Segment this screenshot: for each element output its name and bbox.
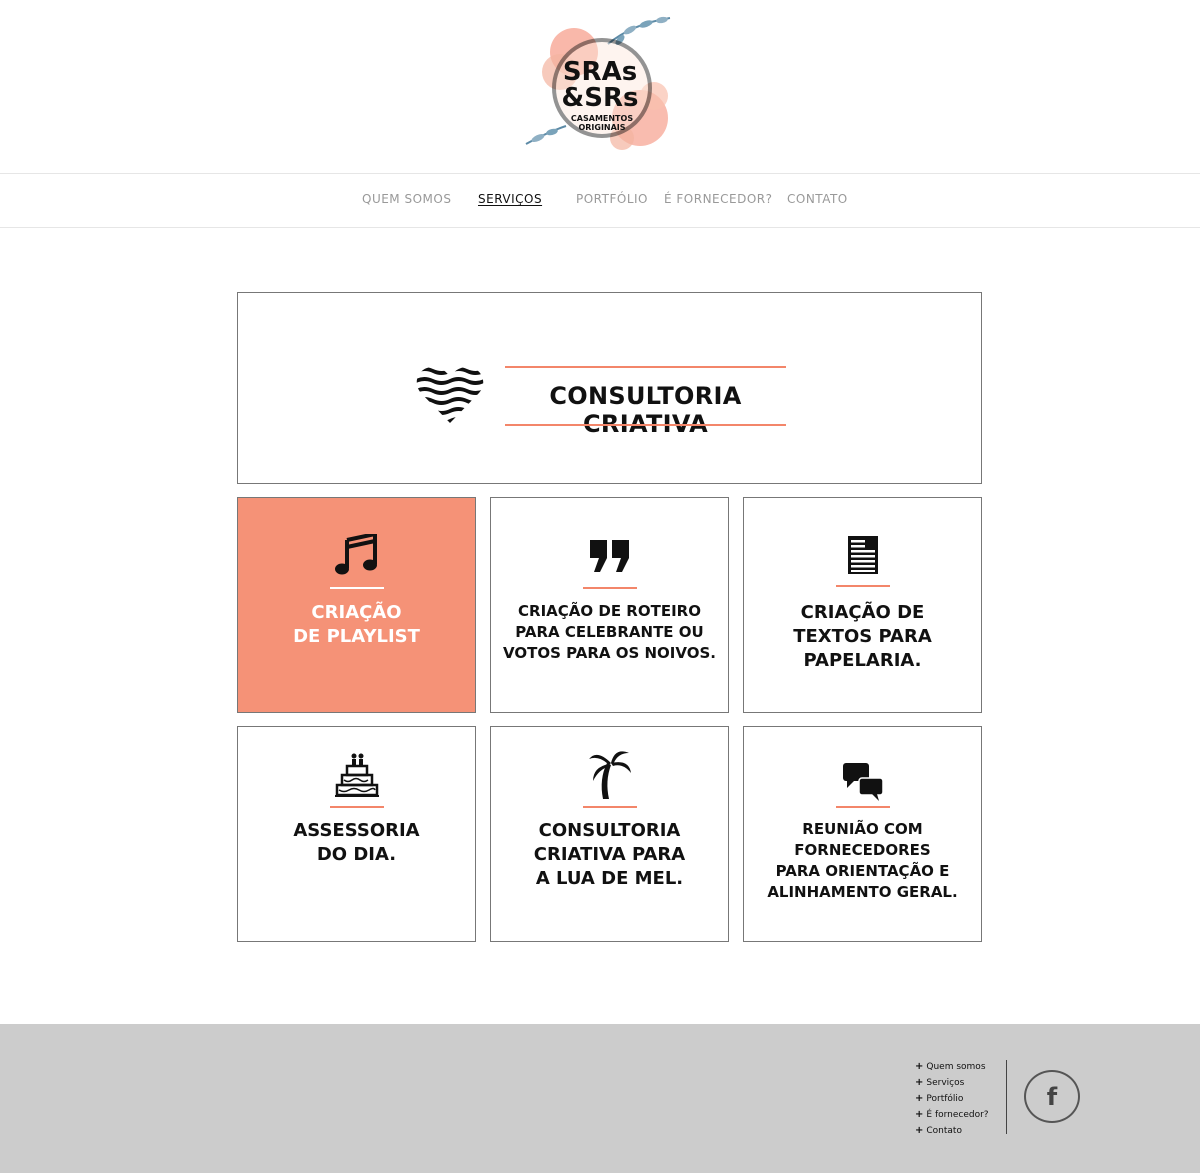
footer-link-portfolio[interactable]: + Portfólio — [915, 1091, 1005, 1107]
card-rule — [329, 587, 384, 589]
hero-rule-bottom — [505, 424, 786, 426]
service-card-playlist[interactable]: CRIAÇÃO DE PLAYLIST — [237, 497, 476, 713]
card-rule — [835, 806, 890, 808]
card-text: REUNIÃO COM FORNECEDORES PARA ORIENTAÇÃO… — [767, 820, 958, 901]
striped-heart-icon — [416, 365, 484, 425]
footer-link-label: É fornecedor? — [926, 1110, 989, 1120]
nav-fornecedor[interactable]: É FORNECEDOR? — [664, 192, 773, 206]
service-card-roteiro[interactable]: CRIAÇÃO DE ROTEIRO PARA CELEBRANTE OU VO… — [490, 497, 729, 713]
quote-icon — [589, 540, 630, 572]
footer-link-label: Portfólio — [926, 1094, 964, 1104]
site-header: SRAs &SRs CASAMENTOS ORIGINAIS — [0, 0, 1200, 173]
footer-links: + Quem somos + Serviços + Portfólio + É forn… — [915, 1059, 1005, 1139]
wedding-cake-icon — [334, 753, 379, 797]
svg-text:&SRs: &SRs — [562, 83, 639, 113]
palm-tree-icon — [588, 749, 631, 799]
footer-link-servicos[interactable]: + Serviços — [915, 1075, 1005, 1091]
plus-icon: + — [915, 1061, 924, 1072]
footer-link-quem-somos[interactable]: + Quem somos — [915, 1059, 1005, 1075]
plus-icon: + — [915, 1109, 924, 1120]
footer-divider — [1006, 1060, 1007, 1134]
service-card-reuniao[interactable]: REUNIÃO COM FORNECEDORES PARA ORIENTAÇÃO… — [743, 726, 982, 942]
card-rule — [835, 585, 890, 587]
card-rule — [582, 806, 637, 808]
main-nav: QUEM SOMOS SERVIÇOS PORTFÓLIO É FORNECED… — [0, 173, 1200, 228]
facebook-icon: f — [1046, 1082, 1058, 1111]
card-text: CRIAÇÃO DE ROTEIRO PARA CELEBRANTE OU VO… — [503, 602, 716, 662]
chat-bubbles-icon — [842, 763, 883, 801]
footer-link-label: Quem somos — [926, 1062, 986, 1072]
card-text: CRIAÇÃO DE TEXTOS PARA PAPELARIA. — [793, 602, 932, 671]
card-text: ASSESSORIA DO DIA. — [293, 820, 420, 865]
document-icon — [847, 536, 878, 574]
logo-graphic: SRAs &SRs CASAMENTOS ORIGINAIS — [525, 16, 671, 150]
svg-text:CASAMENTOS: CASAMENTOS — [571, 114, 633, 123]
footer-link-fornecedor[interactable]: + É fornecedor? — [915, 1107, 1005, 1123]
nav-quem-somos[interactable]: QUEM SOMOS — [362, 192, 451, 206]
nav-portfolio[interactable]: PORTFÓLIO — [576, 192, 648, 206]
nav-contato[interactable]: CONTATO — [787, 192, 848, 206]
hero-title: CONSULTORIA CRIATIVA — [549, 382, 742, 438]
footer-link-label: Serviços — [926, 1078, 965, 1088]
logo[interactable]: SRAs &SRs CASAMENTOS ORIGINAIS — [522, 14, 678, 156]
footer-link-contato[interactable]: + Contato — [915, 1123, 1005, 1139]
service-card-assessoria[interactable]: ASSESSORIA DO DIA. — [237, 726, 476, 942]
plus-icon: + — [915, 1093, 924, 1104]
plus-icon: + — [915, 1077, 924, 1088]
footer-link-label: Contato — [926, 1126, 962, 1136]
card-rule — [329, 806, 384, 808]
service-card-textos[interactable]: CRIAÇÃO DE TEXTOS PARA PAPELARIA. — [743, 497, 982, 713]
plus-icon: + — [915, 1125, 924, 1136]
card-rule — [582, 587, 637, 589]
site-footer: + Quem somos + Serviços + Portfólio + É forn… — [0, 1024, 1200, 1173]
card-text: CONSULTORIA CRIATIVA PARA A LUA DE MEL. — [533, 820, 686, 889]
music-note-icon — [334, 534, 379, 576]
service-card-lua-de-mel[interactable]: CONSULTORIA CRIATIVA PARA A LUA DE MEL. — [490, 726, 729, 942]
nav-servicos[interactable]: SERVIÇOS — [478, 192, 542, 206]
svg-text:ORIGINAIS: ORIGINAIS — [578, 123, 625, 132]
hero-card: CONSULTORIA CRIATIVA — [237, 292, 982, 484]
hero-title-block: CONSULTORIA CRIATIVA — [505, 366, 786, 438]
facebook-button[interactable]: f — [1024, 1070, 1080, 1123]
card-text: CRIAÇÃO DE PLAYLIST — [293, 602, 420, 647]
hero-rule-top — [505, 366, 786, 368]
